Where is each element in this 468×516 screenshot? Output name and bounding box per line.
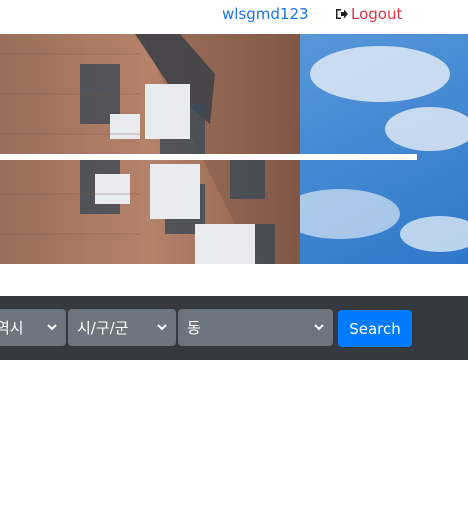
logout-label: Logout	[351, 5, 403, 23]
sido-select-value: 역시	[0, 319, 24, 337]
chevron-down-icon	[157, 324, 167, 331]
logout-link[interactable]: Logout	[335, 5, 402, 23]
search-button[interactable]: Search	[338, 310, 412, 347]
sido-select[interactable]: 역시	[0, 309, 66, 346]
dong-select-value: 동	[187, 319, 201, 337]
username-link[interactable]: wlsgmd123	[222, 5, 309, 23]
dong-select[interactable]: 동	[178, 309, 333, 346]
top-nav: wlsgmd123 Logout	[0, 0, 468, 32]
chevron-down-icon	[47, 324, 57, 331]
gugun-select-value: 시/구/군	[77, 319, 129, 337]
gugun-select[interactable]: 시/구/군	[68, 309, 176, 346]
hero-image	[0, 34, 468, 264]
sign-out-icon	[335, 7, 349, 21]
chevron-down-icon	[314, 324, 324, 331]
